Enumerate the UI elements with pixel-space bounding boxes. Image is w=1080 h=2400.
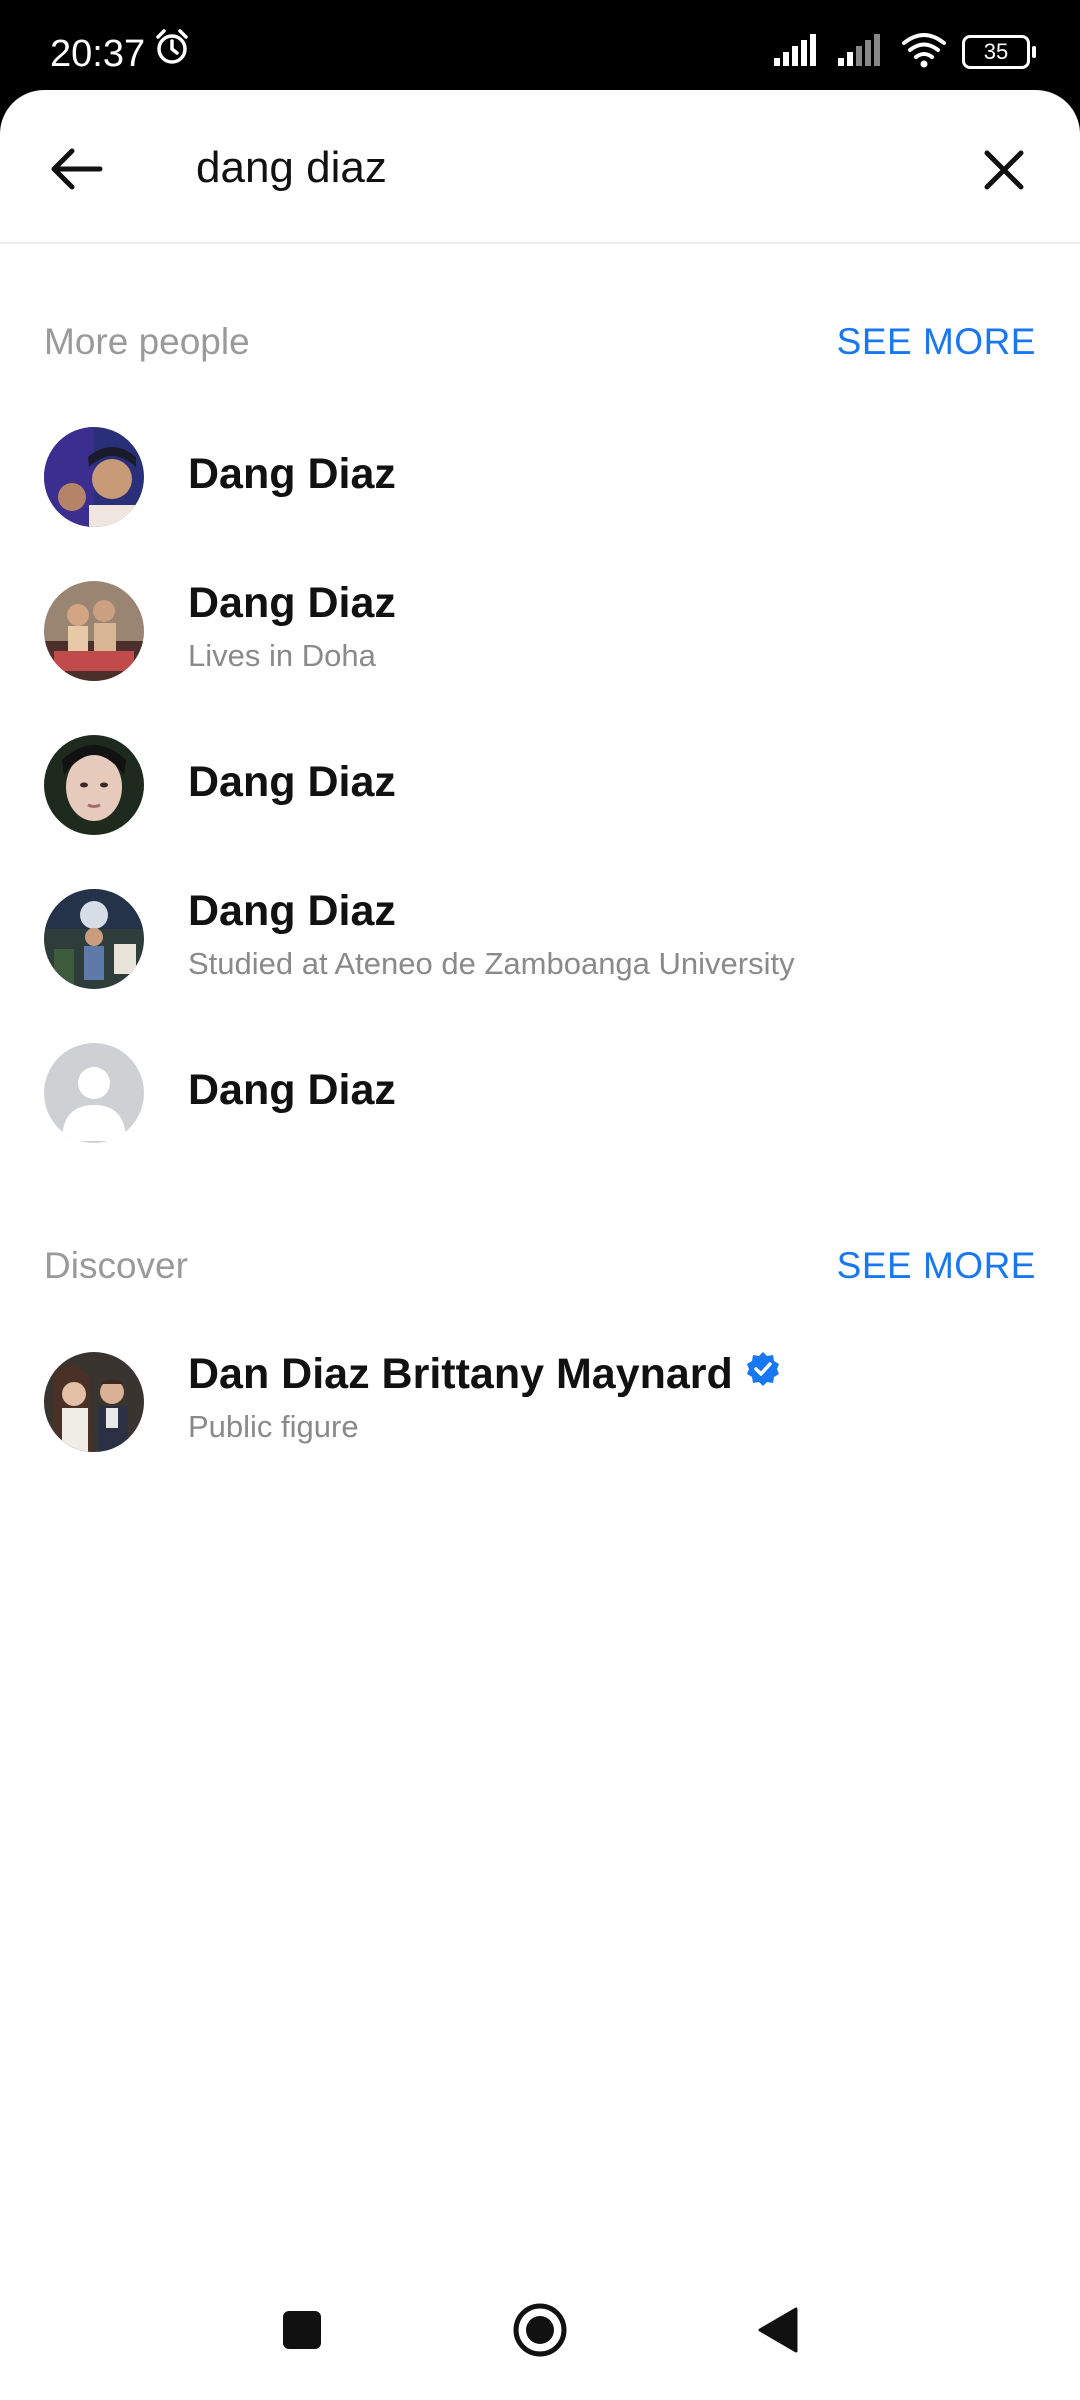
back-button[interactable] bbox=[36, 136, 116, 206]
avatar bbox=[44, 581, 144, 681]
avatar bbox=[44, 889, 144, 989]
clear-search-button[interactable] bbox=[964, 132, 1044, 212]
close-icon bbox=[983, 149, 1025, 196]
list-item[interactable]: Dang Diaz Studied at Ateneo de Zamboanga… bbox=[0, 864, 1080, 1014]
alarm-icon bbox=[153, 28, 191, 79]
home-button[interactable] bbox=[500, 2292, 580, 2372]
default-avatar-icon bbox=[44, 1043, 144, 1143]
recents-button[interactable] bbox=[262, 2292, 342, 2372]
status-bar: 20:37 35 bbox=[0, 0, 1080, 100]
discover-header: Discover SEE MORE bbox=[44, 1236, 1036, 1296]
person-name: Dang Diaz bbox=[188, 887, 396, 935]
person-name: Dang Diaz bbox=[188, 579, 396, 627]
verified-badge-icon bbox=[745, 1349, 781, 1398]
person-subtitle: Lives in Doha bbox=[188, 638, 376, 673]
section-title: Discover bbox=[44, 1245, 188, 1286]
arrow-left-icon bbox=[48, 146, 104, 197]
back-nav-button[interactable] bbox=[738, 2292, 818, 2372]
wifi-icon bbox=[900, 31, 948, 74]
signal-icon bbox=[836, 32, 886, 73]
list-item[interactable]: Dang Diaz bbox=[0, 710, 1080, 860]
search-input[interactable] bbox=[196, 128, 916, 208]
clock-text: 20:37 bbox=[50, 32, 146, 75]
person-name: Dang Diaz bbox=[188, 1066, 396, 1114]
avatar bbox=[44, 735, 144, 835]
status-time: 20:37 bbox=[50, 28, 191, 79]
list-item[interactable]: Dan Diaz Brittany Maynard Public figure bbox=[0, 1327, 1080, 1477]
avatar bbox=[44, 1352, 144, 1452]
see-more-discover-button[interactable]: SEE MORE bbox=[837, 1245, 1036, 1287]
battery-level: 35 bbox=[983, 39, 1009, 64]
system-nav-bar bbox=[0, 2264, 1080, 2400]
person-name: Dang Diaz bbox=[188, 758, 396, 806]
person-name: Dan Diaz Brittany Maynard bbox=[188, 1350, 781, 1399]
search-screen: More people SEE MORE Dang Diaz bbox=[0, 90, 1080, 2400]
list-item[interactable]: Dang Diaz bbox=[0, 1018, 1080, 1168]
person-subtitle: Public figure bbox=[188, 1409, 359, 1444]
status-icons: 35 bbox=[772, 30, 1036, 74]
list-item[interactable]: Dang Diaz bbox=[0, 402, 1080, 552]
home-circle-icon bbox=[511, 2301, 569, 2364]
search-header bbox=[0, 90, 1080, 244]
more-people-header: More people SEE MORE bbox=[44, 312, 1036, 372]
see-more-people-button[interactable]: SEE MORE bbox=[837, 321, 1036, 363]
recents-square-icon bbox=[280, 2308, 324, 2357]
list-item[interactable]: Dang Diaz Lives in Doha bbox=[0, 556, 1080, 706]
back-triangle-icon bbox=[756, 2305, 800, 2360]
person-name: Dang Diaz bbox=[188, 450, 396, 498]
person-subtitle: Studied at Ateneo de Zamboanga Universit… bbox=[188, 946, 795, 981]
signal-icon bbox=[772, 32, 822, 73]
battery-icon: 35 bbox=[962, 35, 1036, 69]
avatar bbox=[44, 427, 144, 527]
person-name-text: Dan Diaz Brittany Maynard bbox=[188, 1350, 733, 1398]
section-title: More people bbox=[44, 321, 250, 362]
